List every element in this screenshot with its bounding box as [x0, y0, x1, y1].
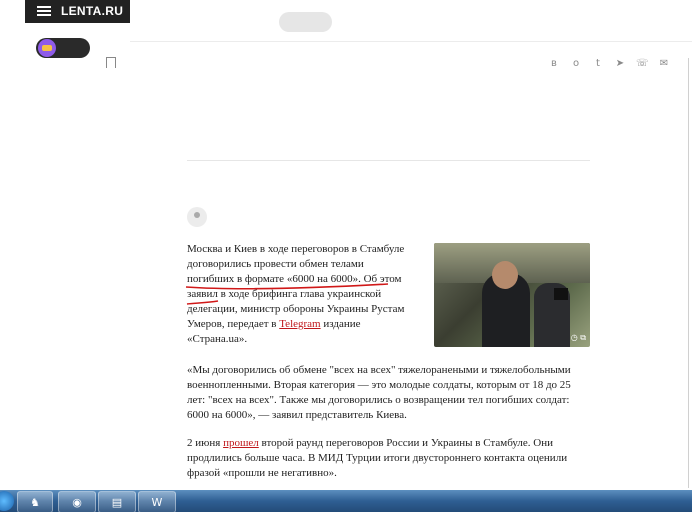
telegram-icon[interactable]: ➤ [614, 58, 626, 70]
share-bar: в о t ➤ ☏ ✉ [548, 58, 670, 70]
word-icon[interactable]: W [138, 491, 176, 513]
menu-icon[interactable] [37, 6, 51, 16]
game-icon[interactable]: ♞ [17, 491, 53, 513]
twitter-icon[interactable]: t [592, 58, 604, 70]
search-placeholder[interactable] [279, 12, 332, 32]
article-paragraph-1: Москва и Киев в ходе переговоров в Стамб… [187, 243, 405, 345]
article-paragraph-3: 2 июня прошел второй раунд переговоров Р… [187, 437, 568, 479]
theme-toggle[interactable] [36, 38, 90, 58]
telegram-link[interactable]: Telegram [279, 318, 320, 330]
chrome-icon[interactable]: ◉ [58, 491, 96, 513]
folder-icon[interactable]: ▤ [98, 491, 136, 513]
game-icon [38, 39, 56, 57]
bookmark-icon[interactable] [106, 57, 116, 68]
article-paragraph-2: «Мы договорились об обмене "всех на всех… [187, 364, 571, 421]
ok-icon[interactable]: о [570, 58, 582, 70]
whatsapp-icon[interactable]: ☏ [636, 58, 649, 70]
article-body: Москва и Киев в ходе переговоров в Стамб… [187, 242, 590, 481]
vk-icon[interactable]: в [548, 58, 560, 70]
windows-taskbar: ♞ ◉ ▤ W [0, 490, 692, 513]
mail-icon[interactable]: ✉ [658, 58, 670, 70]
site-logo-bar[interactable]: LENTA.RU [25, 0, 130, 23]
site-logo[interactable]: LENTA.RU [61, 4, 123, 18]
content-divider [187, 160, 590, 161]
scrollbar[interactable] [688, 58, 689, 488]
author-avatar[interactable] [187, 207, 207, 227]
article-link-round[interactable]: прошел [223, 437, 259, 449]
start-button[interactable] [0, 491, 14, 511]
header-divider [130, 41, 692, 42]
